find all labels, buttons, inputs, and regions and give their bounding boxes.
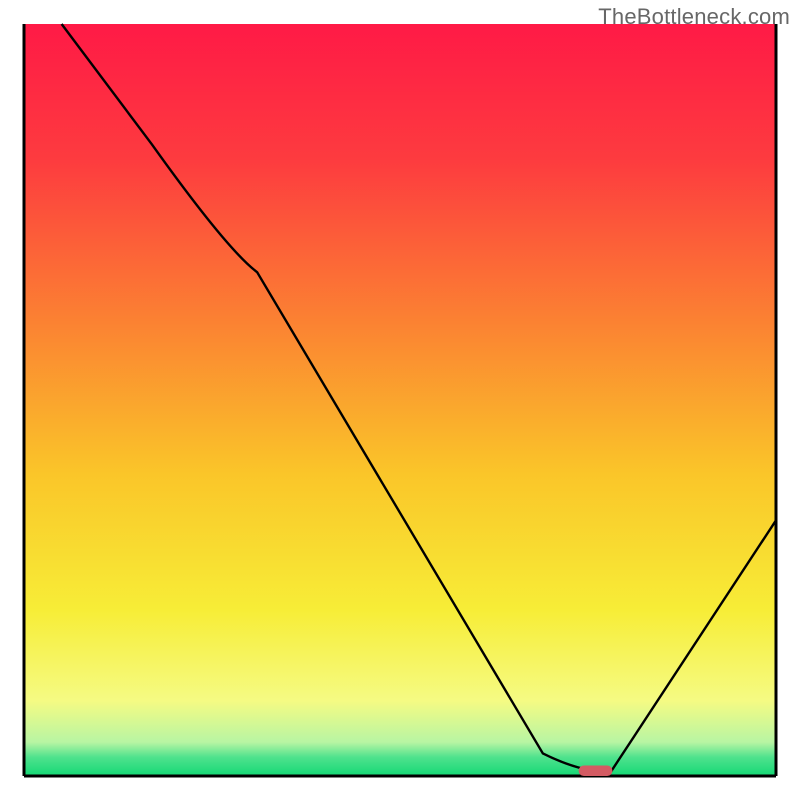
chart-container: TheBottleneck.com	[0, 0, 800, 800]
gradient-background	[24, 24, 776, 776]
watermark-label: TheBottleneck.com	[598, 4, 790, 30]
bottleneck-chart	[0, 0, 800, 800]
optimal-marker	[579, 765, 613, 776]
